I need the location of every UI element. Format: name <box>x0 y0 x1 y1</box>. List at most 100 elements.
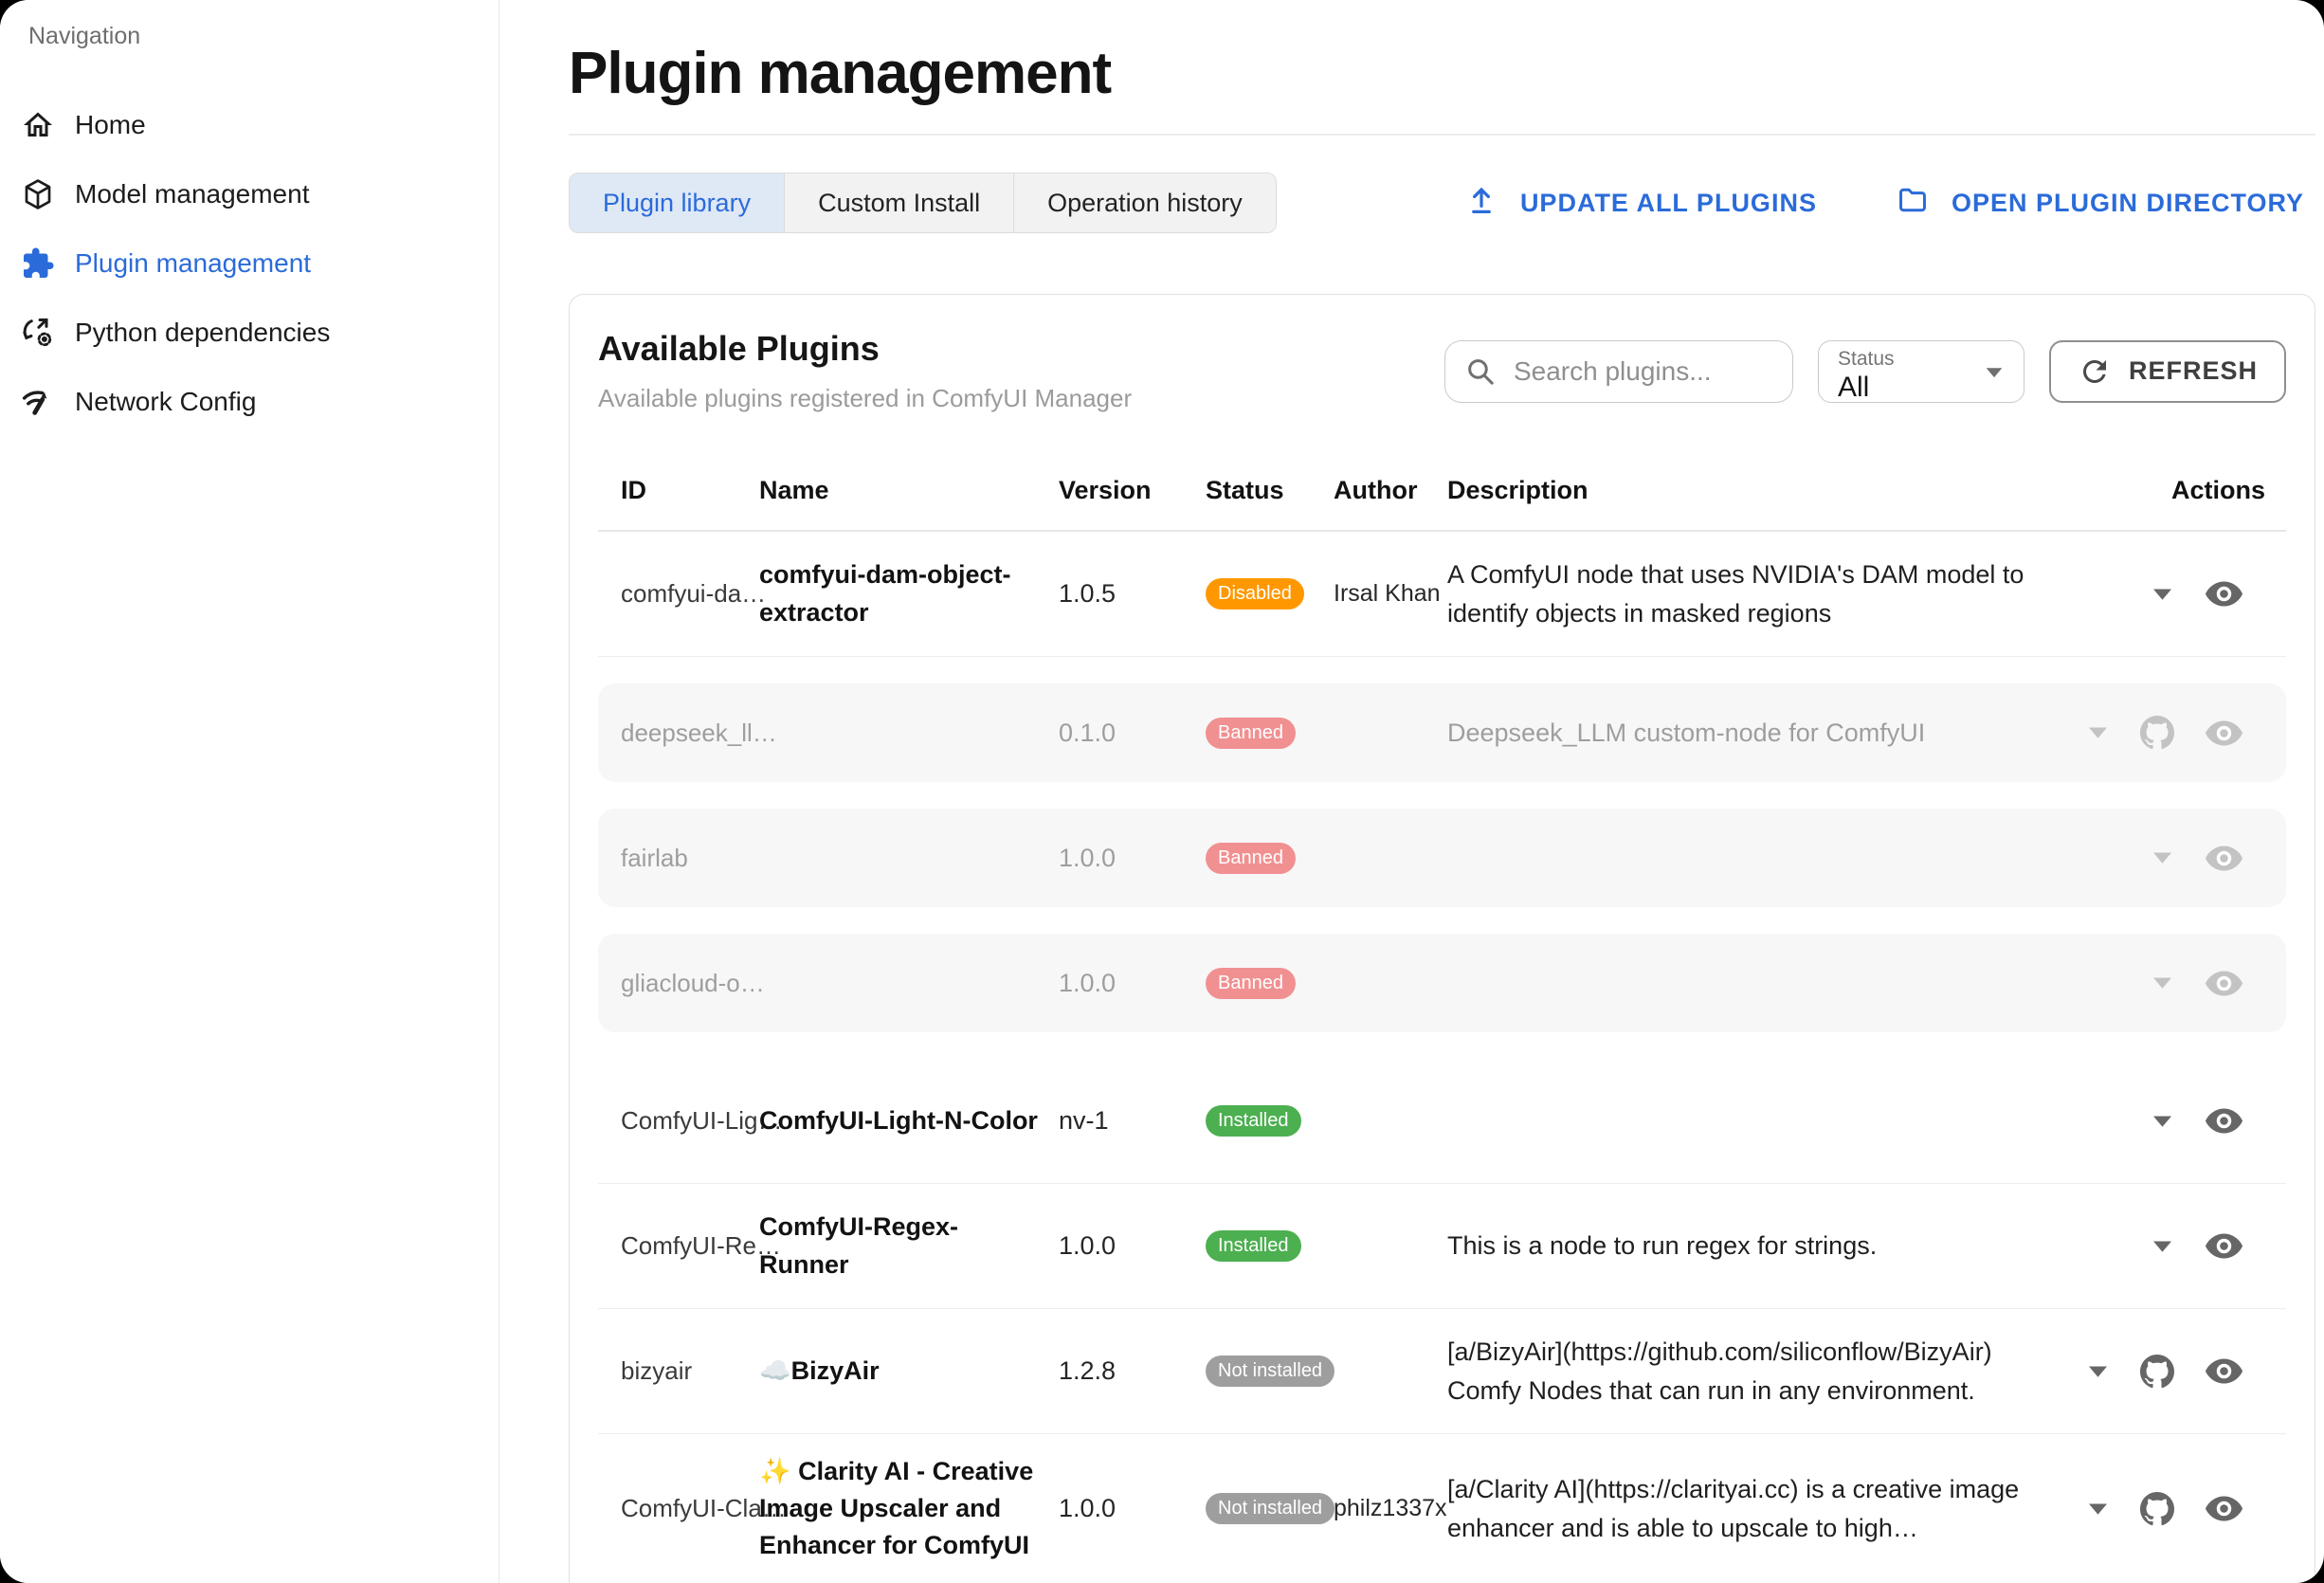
sidebar-item-label: Network Config <box>75 387 256 417</box>
github-icon[interactable] <box>2140 716 2174 750</box>
expand-row-caret-icon[interactable] <box>2151 587 2174 602</box>
top-actions: UPDATE ALL PLUGINS OPEN PLUGIN DIRECTORY <box>1465 184 2304 223</box>
upload-icon <box>1465 184 1498 223</box>
expand-row-caret-icon[interactable] <box>2151 850 2174 865</box>
page-title: Plugin management <box>569 0 2315 107</box>
plugin-id: gliacloud-o… <box>598 969 759 998</box>
row-actions <box>2078 845 2286 872</box>
main-content: Plugin management Plugin library Custom … <box>500 0 2324 1583</box>
row-actions <box>2078 1232 2286 1260</box>
tab-custom-install[interactable]: Custom Install <box>785 173 1014 232</box>
search-input[interactable] <box>1512 355 1773 388</box>
column-header-status: Status <box>1206 476 1334 505</box>
toolbar: Plugin library Custom Install Operation … <box>569 172 2315 234</box>
sidebar-nav: Home Model management Plugin management … <box>0 90 499 436</box>
row-actions <box>2078 1107 2286 1135</box>
puzzle-icon <box>21 246 55 281</box>
plugin-id: ComfyUI-Cla… <box>598 1494 759 1523</box>
view-details-eye-icon[interactable] <box>2205 1232 2243 1260</box>
expand-row-caret-icon[interactable] <box>2086 725 2110 740</box>
github-icon[interactable] <box>2140 1355 2174 1389</box>
tab-bar: Plugin library Custom Install Operation … <box>569 173 1277 233</box>
package-icon <box>21 177 55 211</box>
plugins-table: ID Name Version Status Author Descriptio… <box>598 466 2286 1583</box>
view-details-eye-icon[interactable] <box>2205 1495 2243 1522</box>
update-all-plugins-button[interactable]: UPDATE ALL PLUGINS <box>1465 184 1817 223</box>
plugin-description: This is a node to run regex for strings. <box>1447 1227 2078 1265</box>
view-details-eye-icon[interactable] <box>2205 845 2243 872</box>
expand-row-caret-icon[interactable] <box>2086 1501 2110 1517</box>
open-plugin-directory-button[interactable]: OPEN PLUGIN DIRECTORY <box>1897 184 2304 223</box>
sidebar-item-network-config[interactable]: Network Config <box>0 367 499 436</box>
plugin-name: ✨ Clarity AI - Creative Image Upscaler a… <box>759 1453 1059 1564</box>
plugin-id: deepseek_ll… <box>598 719 759 748</box>
update-all-plugins-label: UPDATE ALL PLUGINS <box>1520 189 1817 218</box>
row-actions <box>2078 1355 2286 1389</box>
plugin-name: ComfyUI-Regex-Runner <box>759 1209 1059 1283</box>
sidebar-item-home[interactable]: Home <box>0 90 499 159</box>
home-icon <box>21 108 55 142</box>
network-icon <box>21 385 55 419</box>
table-row: fairlab 1.0.0 Banned <box>598 809 2286 907</box>
expand-row-caret-icon[interactable] <box>2151 1114 2174 1129</box>
expand-row-caret-icon[interactable] <box>2151 1239 2174 1254</box>
status-badge: Disabled <box>1206 578 1304 610</box>
sidebar-item-python-dependencies[interactable]: Python dependencies <box>0 298 499 367</box>
folder-icon <box>1897 184 1929 223</box>
app-window: Navigation Home Model management Plugin … <box>0 0 2324 1583</box>
plugin-author: Irsal Khan <box>1334 580 1447 608</box>
plugin-version: 1.0.5 <box>1059 579 1206 609</box>
plugin-description: [a/BizyAir](https://github.com/siliconfl… <box>1447 1333 2078 1410</box>
view-details-eye-icon[interactable] <box>2205 719 2243 747</box>
plugin-description: Deepseek_LLM custom-node for ComfyUI <box>1447 714 2078 753</box>
sidebar-title: Navigation <box>28 23 499 50</box>
sidebar-item-label: Model management <box>75 179 309 209</box>
table-row: ComfyUI-Cla… ✨ Clarity AI - Creative Ima… <box>598 1434 2286 1583</box>
table-row: gliacloud-o… 1.0.0 Banned <box>598 934 2286 1032</box>
view-details-eye-icon[interactable] <box>2205 1357 2243 1385</box>
row-actions <box>2078 716 2286 750</box>
plugin-id: ComfyUI-Re… <box>598 1231 759 1261</box>
sidebar: Navigation Home Model management Plugin … <box>0 0 499 1583</box>
status-filter-select[interactable]: Status All <box>1818 340 2024 403</box>
row-actions <box>2078 1492 2286 1526</box>
plugin-version: nv-1 <box>1059 1106 1206 1136</box>
title-divider <box>569 134 2315 136</box>
view-details-eye-icon[interactable] <box>2205 580 2243 608</box>
column-header-id: ID <box>598 476 759 505</box>
status-filter-value: All <box>1838 372 2005 404</box>
plugin-name: comfyui-dam-object-extractor <box>759 556 1059 630</box>
panel-subtitle: Available plugins registered in ComfyUI … <box>598 384 1132 413</box>
open-plugin-directory-label: OPEN PLUGIN DIRECTORY <box>1952 189 2304 218</box>
plugin-version: 1.0.0 <box>1059 1231 1206 1261</box>
panel-controls: Status All REFRESH <box>1444 340 2286 403</box>
status-badge: Not installed <box>1206 1356 1334 1387</box>
plugin-name: ☁️BizyAir <box>759 1353 1059 1390</box>
column-header-version: Version <box>1059 476 1206 505</box>
search-box <box>1444 340 1793 403</box>
view-details-eye-icon[interactable] <box>2205 970 2243 997</box>
tab-operation-history[interactable]: Operation history <box>1014 173 1276 232</box>
plugin-id: bizyair <box>598 1356 759 1386</box>
plugin-author: philz1337x <box>1334 1495 1447 1522</box>
row-actions <box>2078 580 2286 608</box>
view-details-eye-icon[interactable] <box>2205 1107 2243 1135</box>
status-badge: Banned <box>1206 718 1296 749</box>
expand-row-caret-icon[interactable] <box>2086 1364 2110 1379</box>
column-header-name: Name <box>759 476 1059 505</box>
github-icon[interactable] <box>2140 1492 2174 1526</box>
sidebar-item-label: Home <box>75 110 146 140</box>
refresh-button[interactable]: REFRESH <box>2049 340 2286 403</box>
expand-row-caret-icon[interactable] <box>2151 975 2174 991</box>
plugin-version: 1.0.0 <box>1059 1494 1206 1523</box>
tab-plugin-library[interactable]: Plugin library <box>570 173 785 232</box>
chevron-down-icon <box>1984 366 2005 379</box>
panel-title: Available Plugins <box>598 329 1132 369</box>
table-row: comfyui-da… comfyui-dam-object-extractor… <box>598 532 2286 657</box>
plugin-id: fairlab <box>598 844 759 873</box>
sidebar-item-plugin-management[interactable]: Plugin management <box>0 228 499 298</box>
sidebar-item-model-management[interactable]: Model management <box>0 159 499 228</box>
table-body: comfyui-da… comfyui-dam-object-extractor… <box>598 532 2286 1583</box>
table-row: ComfyUI-Re… ComfyUI-Regex-Runner 1.0.0 I… <box>598 1184 2286 1309</box>
plugin-id: ComfyUI-Lig… <box>598 1106 759 1136</box>
